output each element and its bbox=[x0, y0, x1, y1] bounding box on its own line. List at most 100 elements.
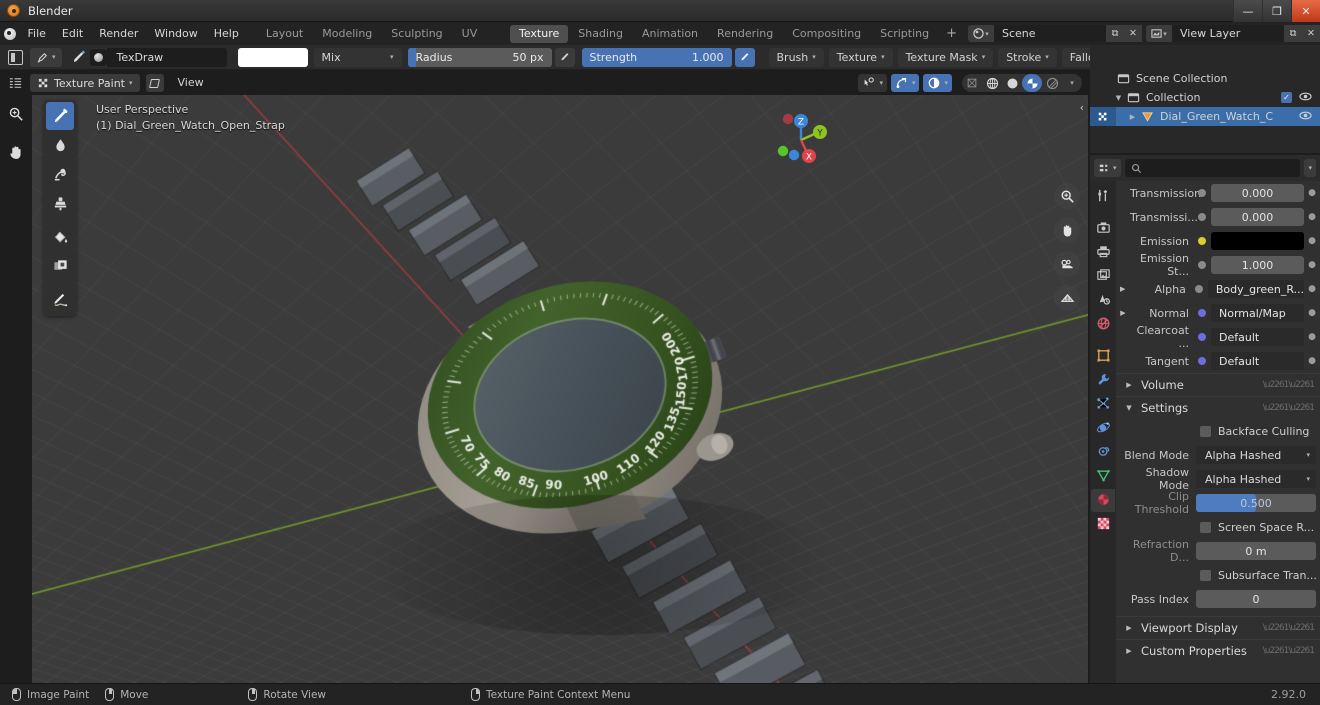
menu-file[interactable]: File bbox=[19, 22, 53, 45]
subsurface-translucency-checkbox[interactable] bbox=[1200, 569, 1211, 581]
minimize-button[interactable]: — bbox=[1233, 0, 1262, 22]
tool-tab[interactable] bbox=[1091, 185, 1115, 208]
view-layer-tab[interactable] bbox=[1091, 265, 1115, 288]
brush-tool-dropdown[interactable]: ▾ bbox=[30, 47, 62, 67]
normal-animate-dot[interactable]: ● bbox=[1308, 308, 1316, 318]
shading-options-chevron-icon[interactable]: ▾ bbox=[1062, 74, 1082, 92]
remove-view-layer-button[interactable]: ✕ bbox=[1302, 25, 1320, 42]
stroke-popover[interactable]: Stroke ▾ bbox=[998, 47, 1057, 67]
blender-menu-icon[interactable] bbox=[0, 22, 19, 45]
menu-window[interactable]: Window bbox=[146, 22, 205, 45]
emission-strength-field[interactable]: 1.000 bbox=[1211, 256, 1304, 274]
custom-properties-panel[interactable]: ▶ Custom Properties \u2261\u2261 bbox=[1116, 639, 1320, 662]
properties-options-chevron-icon[interactable]: ▾ bbox=[1304, 159, 1316, 177]
tab-scripting[interactable]: Scripting bbox=[871, 25, 938, 43]
physics-tab[interactable] bbox=[1091, 417, 1115, 440]
settings-panel[interactable]: ▼ Settings \u2261\u2261 bbox=[1116, 396, 1320, 419]
navigation-gizmo[interactable]: Z Y X bbox=[764, 103, 838, 177]
shading-rendered-button[interactable] bbox=[1042, 74, 1062, 92]
viewport-canvas[interactable] bbox=[0, 95, 1088, 683]
soften-tool[interactable] bbox=[46, 131, 74, 159]
menu-help[interactable]: Help bbox=[206, 22, 247, 45]
draw-tool[interactable] bbox=[46, 102, 74, 130]
remove-scene-button[interactable]: ✕ bbox=[1124, 25, 1142, 42]
3d-viewport[interactable]: User Perspective (1) Dial_Green_Watch_Op… bbox=[0, 95, 1088, 683]
new-scene-button[interactable]: ⧉ bbox=[1106, 25, 1124, 42]
editor-type-button[interactable] bbox=[0, 45, 30, 70]
outliner-row-disclosure-icon[interactable]: ▼ bbox=[1112, 94, 1125, 102]
radius-slider[interactable]: Radius 50 px bbox=[407, 47, 552, 67]
properties-search-input[interactable] bbox=[1124, 159, 1301, 177]
emission-strength-animate-dot[interactable]: ● bbox=[1308, 260, 1316, 270]
brush-popover[interactable]: Brush ▾ bbox=[768, 47, 824, 67]
zoom-icon[interactable] bbox=[1054, 183, 1080, 209]
menu-edit[interactable]: Edit bbox=[54, 22, 91, 45]
brush-color-swatch[interactable] bbox=[237, 47, 308, 67]
brush-name-field[interactable]: TexDraw bbox=[106, 47, 227, 67]
modifier-tab[interactable] bbox=[1091, 369, 1115, 392]
new-view-layer-button[interactable]: ⧉ bbox=[1284, 25, 1302, 42]
view-layer-browse-icon[interactable]: ▾ bbox=[1146, 25, 1172, 42]
alpha-link-field[interactable]: Body_green_R... bbox=[1207, 280, 1305, 298]
toggle-ortho-grid-icon[interactable] bbox=[1054, 285, 1080, 311]
outliner-row-object-dial-green-watch[interactable]: ▶ Dial_Green_Watch_C bbox=[1090, 107, 1320, 126]
shading-material-gray-button[interactable] bbox=[1002, 74, 1022, 92]
clearcoat-normal-link-field[interactable]: Default bbox=[1211, 328, 1304, 346]
hand-icon[interactable] bbox=[0, 133, 32, 171]
shading-wireframe-button[interactable] bbox=[962, 74, 982, 92]
gizmo-eye-icon[interactable]: ▾ bbox=[858, 74, 887, 92]
scene-tab[interactable] bbox=[1091, 289, 1115, 312]
annotate-tool[interactable] bbox=[46, 286, 74, 314]
eye-icon[interactable] bbox=[1299, 90, 1312, 106]
normal-link-field[interactable]: Normal/Map bbox=[1211, 304, 1304, 322]
mask-tool[interactable] bbox=[46, 252, 74, 280]
pass-index-field[interactable]: 0 bbox=[1196, 590, 1316, 608]
shading-material-preview-button[interactable] bbox=[1022, 74, 1042, 92]
tangent-animate-dot[interactable]: ● bbox=[1308, 356, 1316, 366]
tab-rendering[interactable]: Rendering bbox=[708, 25, 782, 43]
shadow-mode-dropdown[interactable]: Alpha Hashed ▾ bbox=[1196, 470, 1316, 488]
close-button[interactable]: ✕ bbox=[1291, 0, 1320, 22]
smear-tool[interactable] bbox=[46, 160, 74, 188]
output-tab[interactable] bbox=[1091, 241, 1115, 264]
properties-editor-type-button[interactable]: ▾ bbox=[1094, 159, 1121, 177]
brush-datablock[interactable]: TexDraw bbox=[89, 47, 227, 67]
paint-mask-toggle[interactable] bbox=[145, 74, 164, 92]
tab-layout[interactable]: Layout bbox=[257, 25, 312, 43]
viewport-sidebar-toggle[interactable]: ‹ bbox=[1080, 101, 1084, 114]
alpha-disclosure-icon[interactable]: ▶ bbox=[1116, 285, 1129, 293]
tab-sculpting[interactable]: Sculpting bbox=[382, 25, 451, 43]
strength-pressure-toggle[interactable] bbox=[734, 47, 755, 67]
volume-panel[interactable]: ▶ Volume \u2261\u2261 bbox=[1116, 373, 1320, 396]
emission-animate-dot[interactable]: ● bbox=[1308, 236, 1316, 246]
blend-mode-dropdown[interactable]: Alpha Hashed ▾ bbox=[1196, 446, 1316, 464]
eye-icon[interactable] bbox=[1299, 109, 1312, 125]
texture-mask-popover[interactable]: Texture Mask ▾ bbox=[897, 47, 994, 67]
tab-texture-paint[interactable]: Texture Paint bbox=[509, 24, 569, 58]
subsurface-translucency-row[interactable]: Subsurface Tran... bbox=[1116, 563, 1320, 587]
constraints-tab[interactable] bbox=[1091, 441, 1115, 464]
texture-tab[interactable] bbox=[1091, 513, 1115, 536]
clip-threshold-slider[interactable]: 0.500 bbox=[1196, 494, 1316, 512]
shading-solid-button[interactable] bbox=[982, 74, 1002, 92]
blend-mode-dropdown[interactable]: Mix ▾ bbox=[313, 47, 402, 67]
emission-color-field[interactable] bbox=[1211, 232, 1304, 250]
backface-culling-checkbox[interactable] bbox=[1200, 425, 1211, 437]
clone-tool[interactable] bbox=[46, 189, 74, 217]
object-tab[interactable] bbox=[1091, 345, 1115, 368]
outliner-row-collection[interactable]: ▼ Collection ✓ bbox=[1090, 88, 1320, 107]
transmission-animate-dot[interactable]: ● bbox=[1308, 188, 1316, 198]
strength-slider[interactable]: Strength 1.000 bbox=[581, 47, 732, 67]
tangent-link-field[interactable]: Default bbox=[1211, 352, 1304, 370]
scene-browse-icon[interactable]: ▾ bbox=[968, 25, 994, 42]
xray-icon[interactable]: ▾ bbox=[923, 74, 952, 92]
add-workspace-button[interactable]: + bbox=[939, 26, 964, 41]
cursor-zoom-icon[interactable] bbox=[0, 95, 32, 133]
tab-compositing[interactable]: Compositing bbox=[783, 25, 870, 43]
scene-selector[interactable]: ▾ Scene ⧉ ✕ bbox=[968, 25, 1142, 42]
refraction-depth-field[interactable]: 0 m bbox=[1196, 542, 1316, 560]
viewport-view-menu[interactable]: View bbox=[170, 74, 212, 92]
transmission-roughness-animate-dot[interactable]: ● bbox=[1308, 212, 1316, 222]
render-tab[interactable] bbox=[1091, 217, 1115, 240]
scene-name[interactable]: Scene bbox=[994, 25, 1106, 42]
